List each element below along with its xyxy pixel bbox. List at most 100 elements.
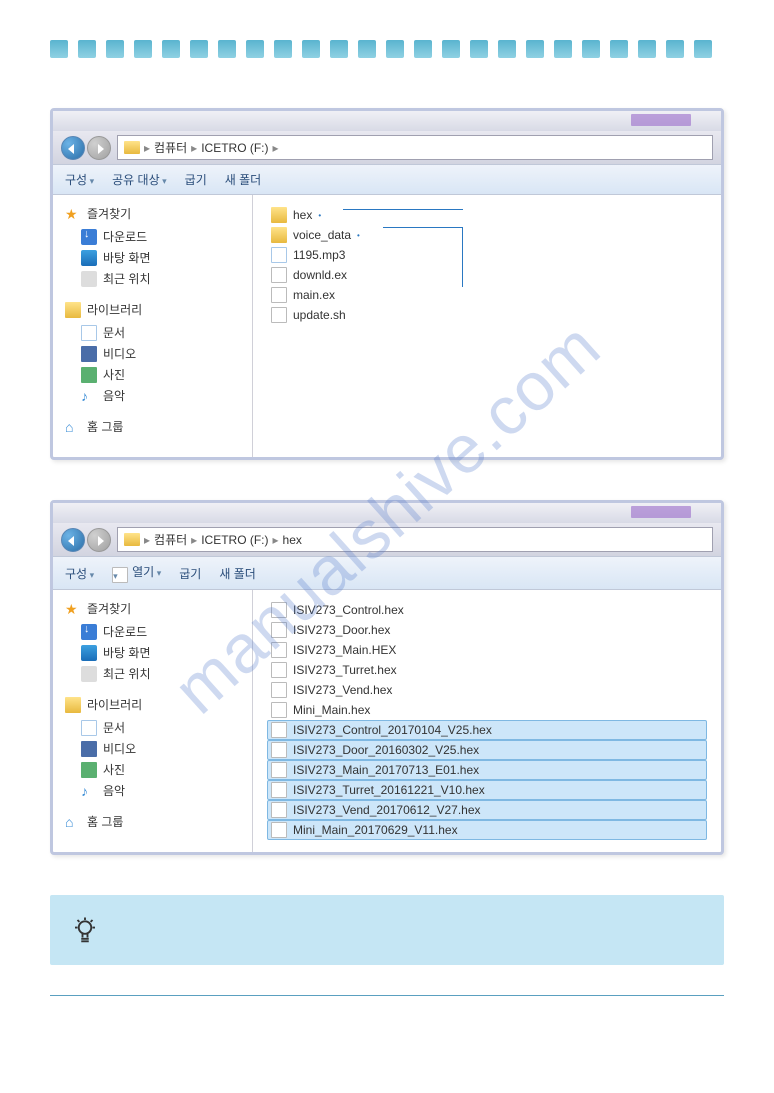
titlebar [53,111,721,131]
breadcrumb[interactable]: ▸ 컴퓨터 ▸ ICETRO (F:) ▸ hex [117,527,713,552]
sb-pic[interactable]: 사진 [103,366,125,383]
sidebar: ★ 즐겨찾기 다운로드 바탕 화면 최근 위치 라이브러리 문서 비디오 사진 ♪… [53,195,253,457]
toolbar-burn[interactable]: 굽기 [185,171,207,188]
sb-doc[interactable]: 문서 [103,324,125,341]
file-name: Mini_Main_20170629_V11.hex [293,823,458,837]
video-icon [81,346,97,362]
toolbar-share[interactable]: 공유 대상 [112,171,167,188]
file-item[interactable]: Mini_Main.hex [267,700,707,720]
file-icon [271,782,287,798]
sb-favorites[interactable]: 즐겨찾기 [87,600,131,617]
sb-vid[interactable]: 비디오 [103,345,136,362]
library-icon [65,302,81,318]
nav-forward-button[interactable] [87,528,111,552]
file-item[interactable]: ISIV273_Control_20170104_V25.hex [267,720,707,740]
file-item[interactable]: 1195.mp3 [267,245,707,265]
file-item[interactable]: main.ex [267,285,707,305]
bc-part[interactable]: 컴퓨터 [154,139,187,156]
sb-pic[interactable]: 사진 [103,761,125,778]
toolbar-organize[interactable]: 구성 [65,565,94,582]
lightbulb-icon [70,915,100,945]
header-dots [50,40,724,58]
file-item[interactable]: ISIV273_Vend.hex [267,680,707,700]
file-item[interactable]: ISIV273_Turret.hex [267,660,707,680]
sb-vid[interactable]: 비디오 [103,740,136,757]
sb-lib[interactable]: 라이브러리 [87,301,142,318]
sb-home[interactable]: 홈 그룹 [87,813,123,830]
sb-home[interactable]: 홈 그룹 [87,418,123,435]
bc-part[interactable]: ICETRO (F:) [201,141,268,155]
sb-favorites[interactable]: 즐겨찾기 [87,205,131,222]
annotation-line [383,227,463,287]
file-item[interactable]: ISIV273_Vend_20170612_V27.hex [267,800,707,820]
file-icon [271,662,287,678]
star-icon: ★ [65,206,81,222]
sb-doc[interactable]: 문서 [103,719,125,736]
file-item[interactable]: downld.ex [267,265,707,285]
file-item[interactable]: ISIV273_Door.hex [267,620,707,640]
file-name: downld.ex [293,268,347,282]
sb-mus[interactable]: 음악 [103,387,125,404]
homegroup-icon: ⌂ [65,419,81,435]
nav-back-button[interactable] [61,528,85,552]
sb-mus[interactable]: 음악 [103,782,125,799]
file-item[interactable]: update.sh [267,305,707,325]
file-name: main.ex [293,288,335,302]
sidebar: ★즐겨찾기 다운로드 바탕 화면 최근 위치 라이브러리 문서 비디오 사진 ♪… [53,590,253,852]
file-icon [271,702,287,718]
file-name: ISIV273_Control_20170104_V25.hex [293,723,492,737]
file-item[interactable]: ISIV273_Door_20160302_V25.hex [267,740,707,760]
nav-forward-button[interactable] [87,136,111,160]
toolbar-burn[interactable]: 굽기 [179,565,201,582]
toolbar: 구성 공유 대상 굽기 새 폴더 [53,164,721,195]
doc-icon [81,325,97,341]
file-name: ISIV273_Turret_20161221_V10.hex [293,783,485,797]
toolbar-organize[interactable]: 구성 [65,171,94,188]
music-icon: ♪ [81,388,97,404]
file-name: Mini_Main.hex [293,703,370,717]
sb-lib[interactable]: 라이브러리 [87,696,142,713]
toolbar-newfolder[interactable]: 새 폴더 [219,565,255,582]
file-item[interactable]: ISIV273_Main_20170713_E01.hex [267,760,707,780]
file-name: 1195.mp3 [293,248,345,262]
file-item[interactable]: Mini_Main_20170629_V11.hex [267,820,707,840]
file-icon [271,822,287,838]
sb-dl[interactable]: 다운로드 [103,623,147,640]
annotation-line [343,209,463,210]
toolbar-open[interactable]: 열기 [112,563,161,583]
file-name: hex [293,208,312,222]
file-name: ISIV273_Main.HEX [293,643,396,657]
file-item[interactable]: hex • [267,205,707,225]
picture-icon [81,762,97,778]
file-name: ISIV273_Door_20160302_V25.hex [293,743,479,757]
folder-icon [271,207,287,223]
breadcrumb[interactable]: ▸ 컴퓨터 ▸ ICETRO (F:) ▸ [117,135,713,160]
bc-part[interactable]: 컴퓨터 [154,531,187,548]
file-icon [271,307,287,323]
sb-recent[interactable]: 최근 위치 [103,665,151,682]
file-icon [271,287,287,303]
sb-recent[interactable]: 최근 위치 [103,270,151,287]
bc-part[interactable]: hex [283,533,302,547]
download-icon [81,229,97,245]
file-item[interactable]: ISIV273_Main.HEX [267,640,707,660]
file-icon [271,602,287,618]
library-icon [65,697,81,713]
file-icon [271,682,287,698]
file-item[interactable]: voice_data • [267,225,707,245]
folder-icon [271,227,287,243]
sb-dl[interactable]: 다운로드 [103,228,147,245]
file-name: update.sh [293,308,346,322]
file-name: ISIV273_Main_20170713_E01.hex [293,763,479,777]
nav-back-button[interactable] [61,136,85,160]
sb-desktop[interactable]: 바탕 화면 [103,644,151,661]
toolbar-newfolder[interactable]: 새 폴더 [225,171,261,188]
bc-part[interactable]: ICETRO (F:) [201,533,268,547]
file-item[interactable]: ISIV273_Turret_20161221_V10.hex [267,780,707,800]
tip-box [50,895,724,965]
file-item[interactable]: ISIV273_Control.hex [267,600,707,620]
file-name: ISIV273_Vend.hex [293,683,392,697]
picture-icon [81,367,97,383]
video-icon [81,741,97,757]
sb-desktop[interactable]: 바탕 화면 [103,249,151,266]
